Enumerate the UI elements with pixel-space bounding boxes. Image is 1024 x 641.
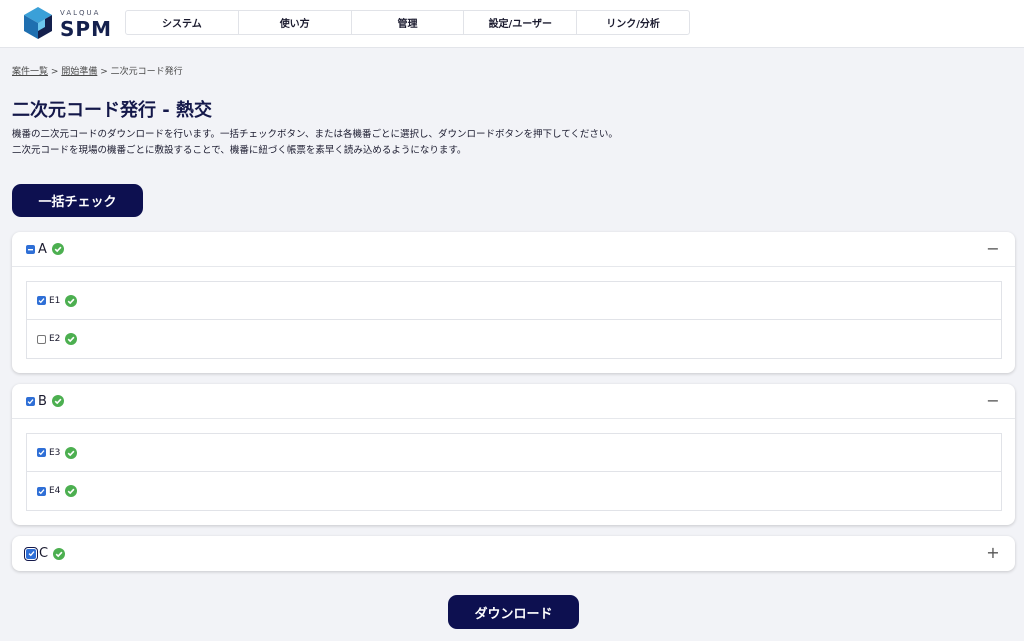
minus-icon[interactable]: −	[985, 392, 1001, 410]
breadcrumb-link-project-list[interactable]: 案件一覧	[12, 67, 48, 77]
page-title: 二次元コード発行 - 熱交	[12, 100, 213, 121]
valqua-spm-logo[interactable]: VALQUA SPM	[22, 6, 112, 42]
check-circle-icon	[65, 294, 78, 307]
list-item: E3	[27, 434, 1001, 472]
indeterminate-icon	[28, 248, 33, 250]
minus-icon[interactable]: −	[985, 240, 1001, 258]
logo-small-text: VALQUA	[60, 9, 101, 17]
group-panel-c: C +	[12, 536, 1015, 571]
plus-icon[interactable]: +	[985, 544, 1001, 562]
list-item: E2	[27, 320, 1001, 358]
group-panel-b: B − E3 E4	[12, 384, 1015, 525]
item-checkbox-e3[interactable]	[37, 448, 46, 457]
group-label-c: C	[39, 546, 49, 561]
check-all-button[interactable]: 一括チェック	[12, 184, 143, 217]
checkmark-icon	[38, 298, 45, 304]
main-nav: システム 使い方 管理 設定/ユーザー リンク/分析	[125, 10, 690, 35]
group-checkbox-b[interactable]	[26, 396, 35, 406]
check-circle-icon	[65, 446, 78, 459]
group-header-a[interactable]: A −	[12, 232, 1015, 267]
list-item: E4	[27, 472, 1001, 510]
item-list: E1 E2	[26, 281, 1002, 359]
group-label-b: B	[38, 393, 47, 409]
check-circle-icon	[51, 395, 64, 407]
page-description: 機番の二次元コードのダウンロードを行います。一括チェックボタン、または各機番ごと…	[12, 127, 618, 159]
app-header: VALQUA SPM システム 使い方 管理 設定/ユーザー リンク/分析	[0, 0, 1024, 48]
group-panel-a: A − E1 E2	[12, 232, 1015, 373]
group-checkbox-a[interactable]	[26, 244, 35, 254]
checkmark-icon	[38, 450, 45, 456]
item-label-e2: E2	[49, 334, 61, 344]
logo-cube-icon	[24, 7, 52, 39]
group-checkbox-c[interactable]	[24, 546, 38, 561]
list-item: E1	[27, 282, 1001, 320]
logo-big-text: SPM	[60, 17, 112, 41]
check-circle-icon	[53, 547, 66, 560]
nav-how-to-use[interactable]: 使い方	[239, 11, 352, 34]
description-line: 機番の二次元コードのダウンロードを行います。一括チェックボタン、または各機番ごと…	[12, 129, 618, 140]
item-list: E3 E4	[26, 433, 1002, 511]
checkmark-icon	[38, 488, 45, 494]
breadcrumb-link-preparation[interactable]: 開始準備	[61, 67, 97, 77]
nav-links-analysis[interactable]: リンク/分析	[577, 11, 689, 34]
group-header-c[interactable]: C +	[12, 536, 1015, 571]
group-header-b[interactable]: B −	[12, 384, 1015, 419]
item-checkbox-e1[interactable]	[37, 296, 46, 305]
item-label-e4: E4	[49, 486, 61, 496]
nav-management[interactable]: 管理	[352, 11, 465, 34]
check-circle-icon	[65, 333, 78, 345]
group-body-b: E3 E4	[12, 419, 1015, 525]
breadcrumb: 案件一覧 > 開始準備 > 二次元コード発行	[12, 64, 183, 77]
checkmark-icon	[28, 551, 34, 557]
item-checkbox-e2[interactable]	[37, 334, 46, 344]
group-body-a: E1 E2	[12, 267, 1015, 373]
nav-system[interactable]: システム	[126, 11, 239, 34]
item-label-e1: E1	[49, 295, 61, 306]
breadcrumb-separator: >	[50, 67, 59, 77]
item-checkbox-e4[interactable]	[37, 486, 46, 496]
breadcrumb-separator: >	[100, 67, 108, 77]
download-button[interactable]: ダウンロード	[448, 595, 579, 629]
check-circle-icon	[51, 243, 64, 255]
breadcrumb-current: 二次元コード発行	[110, 67, 183, 77]
item-label-e3: E3	[49, 447, 61, 458]
group-label-a: A	[38, 241, 47, 257]
checkmark-icon	[27, 398, 34, 404]
check-circle-icon	[65, 485, 78, 497]
nav-settings-users[interactable]: 設定/ユーザー	[464, 11, 578, 34]
description-line: 二次元コードを現場の機番ごとに敷設することで、機番に紐づく帳票を素早く読み込める…	[12, 145, 467, 156]
